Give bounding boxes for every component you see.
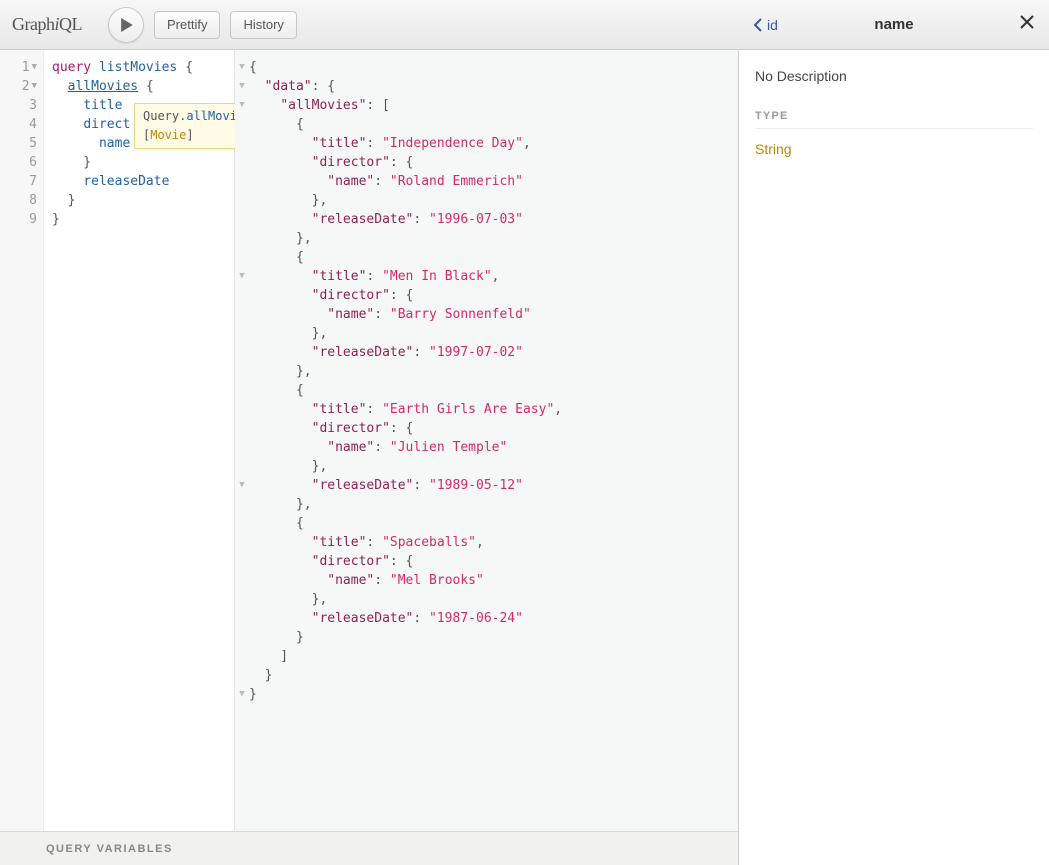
query-editor[interactable]: 1 ▼2 ▼3456789 query listMovies { allMovi… xyxy=(0,50,235,831)
result-gutter-line xyxy=(235,153,249,172)
gutter-line: 7 xyxy=(4,172,37,191)
docs-close-button[interactable] xyxy=(1019,14,1035,35)
result-gutter-line xyxy=(235,495,249,514)
result-gutter-line xyxy=(235,438,249,457)
gutter-line: 9 xyxy=(4,210,37,229)
docs-description: No Description xyxy=(755,68,1033,84)
result-gutter-line: ▼ xyxy=(235,96,249,115)
play-icon xyxy=(120,18,134,32)
docs-type-label: TYPE xyxy=(755,110,1033,129)
main-area: 1 ▼2 ▼3456789 query listMovies { allMovi… xyxy=(0,50,1049,865)
result-gutter-line xyxy=(235,571,249,590)
result-gutter: ▼▼▼▼▼▼ xyxy=(235,58,249,823)
close-icon xyxy=(1019,14,1035,30)
query-variables-bar[interactable]: QUERY VARIABLES xyxy=(0,831,738,865)
result-code: { "data": { "allMovies": [ { "title": "I… xyxy=(249,58,562,823)
result-gutter-line xyxy=(235,609,249,628)
result-gutter-line xyxy=(235,286,249,305)
gutter-line: 6 xyxy=(4,153,37,172)
history-button[interactable]: History xyxy=(230,11,296,39)
result-gutter-line xyxy=(235,419,249,438)
result-gutter-line xyxy=(235,400,249,419)
gutter-line: 2 ▼ xyxy=(4,77,37,96)
gutter-line: 8 xyxy=(4,191,37,210)
result-gutter-line: ▼ xyxy=(235,58,249,77)
gutter-line: 4 xyxy=(4,115,37,134)
result-gutter-line xyxy=(235,552,249,571)
result-gutter-line xyxy=(235,533,249,552)
result-gutter-line xyxy=(235,229,249,248)
result-gutter-line xyxy=(235,248,249,267)
result-gutter-line: ▼ xyxy=(235,77,249,96)
result-gutter-line xyxy=(235,647,249,666)
chevron-left-icon xyxy=(753,18,763,32)
result-gutter-line xyxy=(235,115,249,134)
docs-panel: id name No Description TYPE String xyxy=(738,50,1049,865)
result-gutter-line xyxy=(235,381,249,400)
result-gutter-line: ▼ xyxy=(235,267,249,286)
result-gutter-line xyxy=(235,666,249,685)
editors: 1 ▼2 ▼3456789 query listMovies { allMovi… xyxy=(0,50,738,831)
result-gutter-line xyxy=(235,172,249,191)
docs-back-label: id xyxy=(767,17,778,33)
query-gutter: 1 ▼2 ▼3456789 xyxy=(0,50,44,831)
docs-back-button[interactable]: id xyxy=(753,17,778,33)
result-gutter-line xyxy=(235,343,249,362)
result-gutter-line xyxy=(235,628,249,647)
result-gutter-line: ▼ xyxy=(235,476,249,495)
result-gutter-line xyxy=(235,457,249,476)
gutter-line: 1 ▼ xyxy=(4,58,37,77)
result-gutter-line xyxy=(235,362,249,381)
result-gutter-line xyxy=(235,210,249,229)
gutter-line: 3 xyxy=(4,96,37,115)
docs-type-link[interactable]: String xyxy=(755,141,1033,157)
docs-body: No Description TYPE String xyxy=(739,50,1049,175)
result-gutter-line xyxy=(235,305,249,324)
result-viewer[interactable]: ▼▼▼▼▼▼ { "data": { "allMovies": [ { "tit… xyxy=(235,50,738,831)
docs-header: id name xyxy=(739,0,1049,50)
query-code[interactable]: query listMovies { allMovies { title dir… xyxy=(44,50,201,831)
run-button[interactable] xyxy=(108,7,144,43)
docs-title: name xyxy=(739,16,1049,33)
app-logo: GraphiQL xyxy=(12,14,82,35)
left-panel: 1 ▼2 ▼3456789 query listMovies { allMovi… xyxy=(0,50,738,865)
prettify-button[interactable]: Prettify xyxy=(154,11,220,39)
result-gutter-line: ▼ xyxy=(235,685,249,704)
result-gutter-line xyxy=(235,324,249,343)
gutter-line: 5 xyxy=(4,134,37,153)
result-gutter-line xyxy=(235,134,249,153)
result-gutter-line xyxy=(235,191,249,210)
result-gutter-line xyxy=(235,514,249,533)
result-gutter-line xyxy=(235,590,249,609)
